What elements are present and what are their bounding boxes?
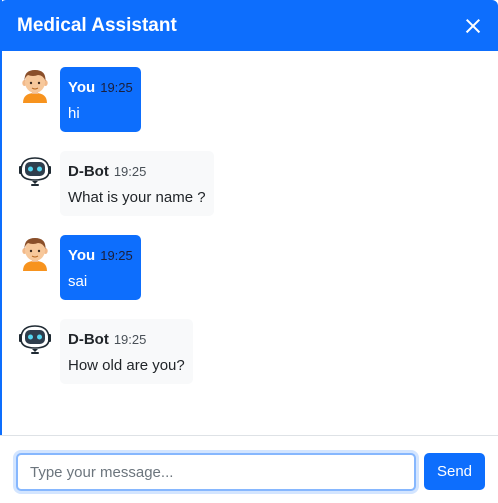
message-input[interactable]: [16, 453, 416, 491]
message-sender: You: [68, 247, 96, 264]
message-time: 19:25: [113, 332, 147, 347]
message-sender: You: [68, 79, 96, 96]
chat-header: Medical Assistant: [0, 0, 498, 51]
message-text: sai: [68, 273, 88, 290]
message-time: 19:25: [100, 80, 133, 95]
user-avatar-icon: [22, 238, 48, 271]
robot-avatar-icon: [19, 325, 51, 354]
message-bubble-user: You 19:25 sai: [60, 235, 141, 300]
message-bubble-bot: D-Bot 19:25 What is your name ?: [60, 151, 214, 216]
user-avatar-icon: [22, 70, 48, 103]
robot-avatar-icon: [19, 157, 51, 186]
message-text: hi: [68, 105, 80, 122]
message-list: You 19:25 hi D-Bot 19:25 What is your na…: [0, 51, 498, 435]
message-sender: D-Bot: [68, 163, 109, 180]
message-text: What is your name ?: [68, 189, 206, 206]
message-bubble-user: You 19:25 hi: [60, 67, 141, 132]
message-sender: D-Bot: [68, 331, 109, 348]
close-icon[interactable]: [461, 14, 485, 38]
chat-footer: Send: [0, 435, 498, 503]
message-time: 19:25: [100, 248, 133, 263]
chat-title: Medical Assistant: [17, 14, 177, 36]
send-button[interactable]: Send: [424, 453, 485, 490]
message-bubble-bot: D-Bot 19:25 How old are you?: [60, 319, 193, 384]
message-time: 19:25: [113, 164, 147, 179]
message-text: How old are you?: [68, 357, 185, 374]
